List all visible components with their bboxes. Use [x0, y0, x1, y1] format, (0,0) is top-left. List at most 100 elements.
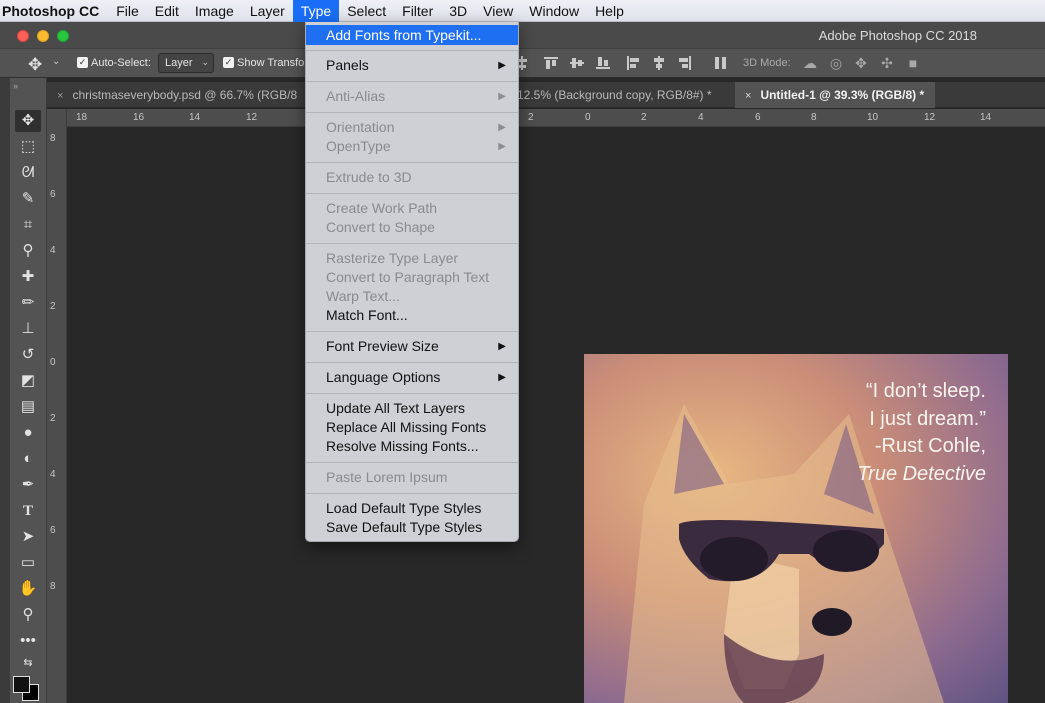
menu-item-language-options[interactable]: Language Options ▶ — [306, 368, 518, 387]
close-window-button[interactable] — [17, 30, 29, 42]
menu-item-label: Load Default Type Styles — [326, 500, 482, 516]
menu-item-panels[interactable]: Panels ▶ — [306, 56, 518, 75]
ruler-label: 2 — [641, 112, 647, 123]
menu-item-rasterize-type-layer[interactable]: Rasterize Type Layer — [306, 249, 518, 268]
quick-selection-tool-icon[interactable]: ✎ — [15, 188, 41, 210]
lasso-tool-icon[interactable]: ᘛ — [15, 162, 41, 184]
foreground-color-swatch[interactable] — [13, 676, 30, 693]
menu-item-create-work-path[interactable]: Create Work Path — [306, 199, 518, 218]
zoom-window-button[interactable] — [57, 30, 69, 42]
menu-item-extrude-to-3d[interactable]: Extrude to 3D — [306, 168, 518, 187]
horizontal-ruler[interactable]: 18 16 14 12 2 0 2 4 6 8 10 12 14 — [67, 109, 1045, 127]
document-tabs: × christmaseverybody.psd @ 66.7% (RGB/8 1… — [47, 82, 1045, 108]
close-icon[interactable]: × — [745, 90, 751, 102]
pen-tool-icon[interactable]: ✒ — [15, 474, 41, 496]
menu-help[interactable]: Help — [587, 0, 632, 22]
menu-app-name[interactable]: Photoshop CC — [0, 0, 108, 22]
align-vertical-centers-icon[interactable] — [570, 56, 584, 70]
menu-file[interactable]: File — [108, 0, 147, 22]
menu-item-convert-to-shape[interactable]: Convert to Shape — [306, 218, 518, 237]
menu-item-opentype[interactable]: OpenType ▶ — [306, 137, 518, 156]
menu-item-match-font[interactable]: Match Font... — [306, 306, 518, 325]
type-tool-icon[interactable]: T — [15, 500, 41, 522]
eyedropper-tool-icon[interactable]: ⚲ — [15, 240, 41, 262]
tab-label: 12.5% (Background copy, RGB/8#) * — [517, 88, 712, 102]
distribute-icon[interactable] — [714, 56, 728, 70]
menu-type[interactable]: Type — [292, 0, 340, 22]
menu-view[interactable]: View — [475, 0, 521, 22]
eraser-tool-icon[interactable]: ◩ — [15, 370, 41, 392]
menu-item-label: Convert to Shape — [326, 219, 435, 235]
hand-tool-icon[interactable]: ✋ — [15, 578, 41, 600]
menu-item-label: Language Options — [326, 369, 441, 385]
align-bottom-edges-icon[interactable] — [596, 56, 610, 70]
menu-item-anti-alias[interactable]: Anti-Alias ▶ — [306, 87, 518, 106]
stamp-tool-icon[interactable]: ⊥ — [15, 318, 41, 340]
menu-item-save-default-type-styles[interactable]: Save Default Type Styles — [306, 518, 518, 537]
menu-item-warp-text[interactable]: Warp Text... — [306, 287, 518, 306]
tab-background-copy[interactable]: 12.5% (Background copy, RGB/8#) * — [507, 82, 712, 108]
menu-item-convert-to-paragraph-text[interactable]: Convert to Paragraph Text — [306, 268, 518, 287]
close-icon[interactable]: × — [57, 90, 63, 102]
menu-item-label: Match Font... — [326, 307, 408, 323]
show-transform-checkbox[interactable]: ✓ — [223, 57, 234, 68]
healing-brush-tool-icon[interactable]: ✚ — [15, 266, 41, 288]
path-selection-tool-icon[interactable]: ➤ — [15, 526, 41, 548]
align-left-edges-icon[interactable] — [626, 56, 640, 70]
chevron-down-icon[interactable]: ⌄ — [52, 56, 60, 67]
document-artwork[interactable]: “I don’t sleep. I just dream.” -Rust Coh… — [584, 354, 1008, 703]
minimize-window-button[interactable] — [37, 30, 49, 42]
rectangle-tool-icon[interactable]: ▭ — [15, 552, 41, 574]
menu-item-resolve-missing-fonts[interactable]: Resolve Missing Fonts... — [306, 437, 518, 456]
marquee-tool-icon[interactable]: ⬚ — [15, 136, 41, 158]
gradient-tool-icon[interactable]: ▤ — [15, 396, 41, 418]
align-horizontal-centers-icon[interactable] — [652, 56, 666, 70]
menu-image[interactable]: Image — [187, 0, 242, 22]
tab-untitled-1[interactable]: × Untitled-1 @ 39.3% (RGB/8) * — [735, 82, 935, 108]
submenu-arrow-icon: ▶ — [498, 91, 506, 102]
menu-separator — [306, 393, 518, 394]
quote-line: I just dream.” — [869, 407, 986, 430]
slide-3d-icon[interactable]: ✣ — [879, 55, 895, 71]
orbit-3d-icon[interactable]: ☁ — [802, 55, 818, 71]
panel-collapse-icon[interactable]: ›› — [13, 81, 18, 91]
vertical-ruler[interactable]: 8 6 4 2 0 2 4 6 8 — [47, 109, 67, 703]
history-brush-tool-icon[interactable]: ↺ — [15, 344, 41, 366]
more-tools-icon[interactable]: ••• — [15, 630, 41, 652]
menu-item-paste-lorem-ipsum[interactable]: Paste Lorem Ipsum — [306, 468, 518, 487]
menu-item-load-default-type-styles[interactable]: Load Default Type Styles — [306, 499, 518, 518]
menu-item-font-preview-size[interactable]: Font Preview Size ▶ — [306, 337, 518, 356]
tab-christmaseverybody[interactable]: × christmaseverybody.psd @ 66.7% (RGB/8 — [47, 82, 297, 108]
brush-tool-icon[interactable]: ✏ — [15, 292, 41, 314]
menu-filter[interactable]: Filter — [394, 0, 441, 22]
crop-tool-icon[interactable]: ⌗ — [15, 214, 41, 236]
menu-item-orientation[interactable]: Orientation ▶ — [306, 118, 518, 137]
menu-item-update-all-text-layers[interactable]: Update All Text Layers — [306, 399, 518, 418]
menu-3d[interactable]: 3D — [441, 0, 475, 22]
quote-line: “I don’t sleep. — [865, 380, 986, 402]
menu-edit[interactable]: Edit — [147, 0, 187, 22]
move-tool-icon[interactable]: ✥ — [15, 110, 41, 132]
align-top-edges-icon[interactable] — [544, 56, 558, 70]
ruler-label: 6 — [50, 525, 56, 536]
auto-select-checkbox[interactable]: ✓ — [77, 57, 88, 68]
ruler-label: 4 — [698, 112, 704, 123]
submenu-arrow-icon: ▶ — [498, 141, 506, 152]
roll-3d-icon[interactable]: ◎ — [828, 55, 844, 71]
move-icon[interactable]: ✥ — [28, 55, 42, 75]
blur-tool-icon[interactable]: ● — [15, 422, 41, 444]
menu-item-add-fonts-typekit[interactable]: Add Fonts from Typekit... — [306, 25, 518, 45]
auto-select-label: Auto-Select: — [91, 57, 151, 69]
zoom-tool-icon[interactable]: ⚲ — [15, 604, 41, 626]
swap-colors-icon[interactable]: ⇆ — [15, 652, 41, 674]
menu-select[interactable]: Select — [339, 0, 394, 22]
auto-select-dropdown[interactable]: Layer ⌄ — [158, 53, 214, 73]
menu-window[interactable]: Window — [521, 0, 587, 22]
menu-item-replace-all-missing-fonts[interactable]: Replace All Missing Fonts — [306, 418, 518, 437]
align-right-edges-icon[interactable] — [678, 56, 692, 70]
menu-layer[interactable]: Layer — [242, 0, 293, 22]
scale-3d-icon[interactable]: ■ — [905, 55, 921, 71]
dodge-tool-icon[interactable]: ◐ — [15, 448, 41, 470]
pan-3d-icon[interactable]: ✥ — [853, 55, 869, 71]
window-title-bar: Adobe Photoshop CC 2018 — [0, 22, 1045, 48]
